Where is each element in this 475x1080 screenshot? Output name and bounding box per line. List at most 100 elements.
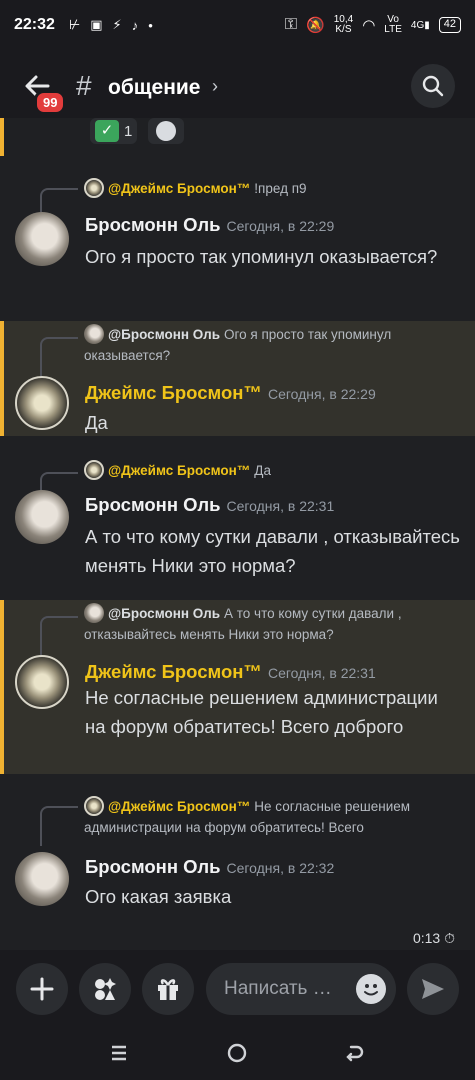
- avatar[interactable]: [15, 655, 69, 709]
- message-timestamp: Сегодня, в 22:31: [226, 498, 335, 514]
- send-button[interactable]: [407, 963, 459, 1015]
- reply-text: Да: [254, 463, 271, 478]
- message-author[interactable]: Бросмонн Оль Сегодня, в 22:32: [85, 856, 334, 878]
- message-text: Ого я просто так упоминул оказывается?: [85, 246, 438, 267]
- message-text: Не согласные решением администрации на ф…: [85, 687, 438, 737]
- message-author[interactable]: Бросмонн Оль Сегодня, в 22:29: [85, 214, 334, 236]
- message-timestamp: Сегодня, в 22:29: [226, 218, 335, 234]
- message-timestamp: Сегодня, в 22:29: [267, 386, 376, 402]
- gift-icon: [158, 979, 178, 1000]
- reaction-count: 1: [124, 122, 133, 140]
- avatar[interactable]: [15, 490, 69, 544]
- reply-author: @Бросмонн Оль: [108, 606, 221, 621]
- attach-button[interactable]: [16, 963, 68, 1015]
- channel-title[interactable]: общение: [108, 76, 200, 100]
- avatar[interactable]: [15, 376, 69, 430]
- message-list[interactable]: ✓ 1 @Джеймс Бросмон™ !пред п9 Бросмонн Ол…: [0, 118, 475, 950]
- search-button[interactable]: [411, 64, 455, 108]
- system-nav-bar: [0, 1030, 475, 1080]
- nfc-icon: ⊬: [68, 17, 81, 32]
- reaction-check[interactable]: ✓ 1: [90, 118, 138, 144]
- message[interactable]: @Джеймс Бросмон™ Да Бросмонн Оль Сегодня, …: [0, 456, 475, 596]
- back-icon: [346, 1045, 364, 1062]
- message-text: Ого какая заявка: [85, 886, 232, 907]
- reply-connector: [40, 616, 78, 656]
- message-author[interactable]: Джеймс Бросмон™ Сегодня, в 22:29: [85, 382, 376, 404]
- message-text: А то что кому сутки давали , отказывайте…: [85, 526, 460, 576]
- message-author[interactable]: Бросмонн Оль Сегодня, в 22:31: [85, 494, 334, 516]
- message-input[interactable]: Написать …: [206, 963, 396, 1015]
- reply-author: @Джеймс Бросмон™: [108, 799, 251, 814]
- reply-avatar: [84, 460, 104, 480]
- reply-avatar: [84, 796, 104, 816]
- message-mention[interactable]: @Бросмонн Оль Ого я просто так упоминул о…: [0, 321, 475, 436]
- home-button[interactable]: [226, 1042, 248, 1069]
- message-timestamp: Сегодня, в 22:32: [226, 860, 335, 876]
- reply-author: @Джеймс Бросмон™: [108, 181, 251, 196]
- mention-bar: [0, 600, 4, 774]
- reply-preview[interactable]: @Джеймс Бросмон™ !пред п9: [84, 178, 461, 199]
- add-reaction-icon: [156, 121, 176, 141]
- search-icon: [422, 75, 444, 97]
- tiktok-icon: ♪: [131, 17, 139, 33]
- check-emoji-icon: ✓: [95, 120, 119, 142]
- reply-preview[interactable]: @Бросмонн Оль Ого я просто так упоминул о…: [84, 324, 461, 366]
- message-author[interactable]: Джеймс Бросмон™ Сегодня, в 22:31: [85, 661, 376, 683]
- send-icon: [422, 979, 444, 999]
- reply-author: @Бросмонн Оль: [108, 327, 221, 342]
- status-bar: 22:32 ⊬ ▣ ⚡ ♪ • ⚿ 🔕 10,4 K/S ◠ Vo LTE 4G…: [0, 0, 475, 50]
- chevron-right-icon[interactable]: ›: [212, 76, 218, 97]
- reply-connector: [40, 337, 78, 377]
- apps-button[interactable]: [79, 963, 131, 1015]
- avatar[interactable]: [15, 212, 69, 266]
- add-reaction-button[interactable]: [148, 118, 184, 144]
- dot-icon: •: [148, 17, 153, 33]
- menu-button[interactable]: [108, 1042, 130, 1069]
- avatar[interactable]: [15, 852, 69, 906]
- net-speed: 10,4 K/S: [333, 14, 354, 35]
- reply-preview[interactable]: @Бросмонн Оль А то что кому сутки давали …: [84, 603, 461, 645]
- message-input-placeholder: Написать …: [224, 978, 332, 999]
- status-time: 22:32: [14, 16, 55, 33]
- system-back-button[interactable]: [344, 1042, 366, 1069]
- home-icon: [227, 1043, 247, 1063]
- timer-icon: ⏱: [444, 930, 455, 946]
- gift-button[interactable]: [142, 963, 194, 1015]
- news-icon: ▣: [90, 17, 103, 32]
- reply-avatar: [84, 324, 104, 344]
- message[interactable]: @Джеймс Бросмон™ Не согласные решением ад…: [0, 788, 475, 918]
- key-icon: ⚿: [284, 16, 298, 33]
- message[interactable]: @Джеймс Бросмон™ !пред п9 Бросмонн Оль Сег…: [0, 170, 475, 300]
- mention-bar: [0, 321, 4, 436]
- activity-icon: ⚡: [112, 17, 122, 32]
- signal-4g: 4G▮: [410, 19, 430, 31]
- channel-hash-icon: #: [76, 70, 92, 101]
- mute-icon: 🔕: [306, 17, 325, 34]
- wifi-icon: ◠: [362, 17, 376, 34]
- mention-bar: [0, 118, 4, 156]
- message-text: Да: [85, 412, 108, 433]
- reply-connector: [40, 188, 78, 212]
- status-system-icons: ⚿ 🔕 10,4 K/S ◠ Vo LTE 4G▮ 42: [285, 15, 461, 35]
- menu-icon: [112, 1045, 126, 1061]
- message-mention[interactable]: @Бросмонн Оль А то что кому сутки давали …: [0, 600, 475, 774]
- reply-preview[interactable]: @Джеймс Бросмон™ Не согласные решением ад…: [84, 796, 461, 838]
- reply-text: !пред п9: [254, 181, 307, 196]
- reply-avatar: [84, 603, 104, 623]
- channel-header: 99 # общение ›: [0, 58, 475, 115]
- volte: Vo LTE: [384, 14, 402, 35]
- emoji-icon: [364, 984, 378, 996]
- reply-avatar: [84, 178, 104, 198]
- message-timestamp: Сегодня, в 22:31: [267, 665, 376, 681]
- battery-indicator: 42: [438, 17, 461, 33]
- message-composer: Написать …: [0, 960, 475, 1020]
- emoji-button[interactable]: [356, 974, 386, 1004]
- slowmode-timer: 0:13 ⏱: [412, 930, 455, 946]
- reply-preview[interactable]: @Джеймс Бросмон™ Да: [84, 460, 461, 481]
- status-notification-icons: ⊬ ▣ ⚡ ♪ •: [69, 17, 153, 33]
- reply-author: @Джеймс Бросмон™: [108, 463, 251, 478]
- reply-connector: [40, 806, 78, 846]
- reaction-row: ✓ 1: [0, 118, 475, 156]
- plus-icon: [30, 977, 54, 1001]
- apps-icon: [95, 978, 116, 1000]
